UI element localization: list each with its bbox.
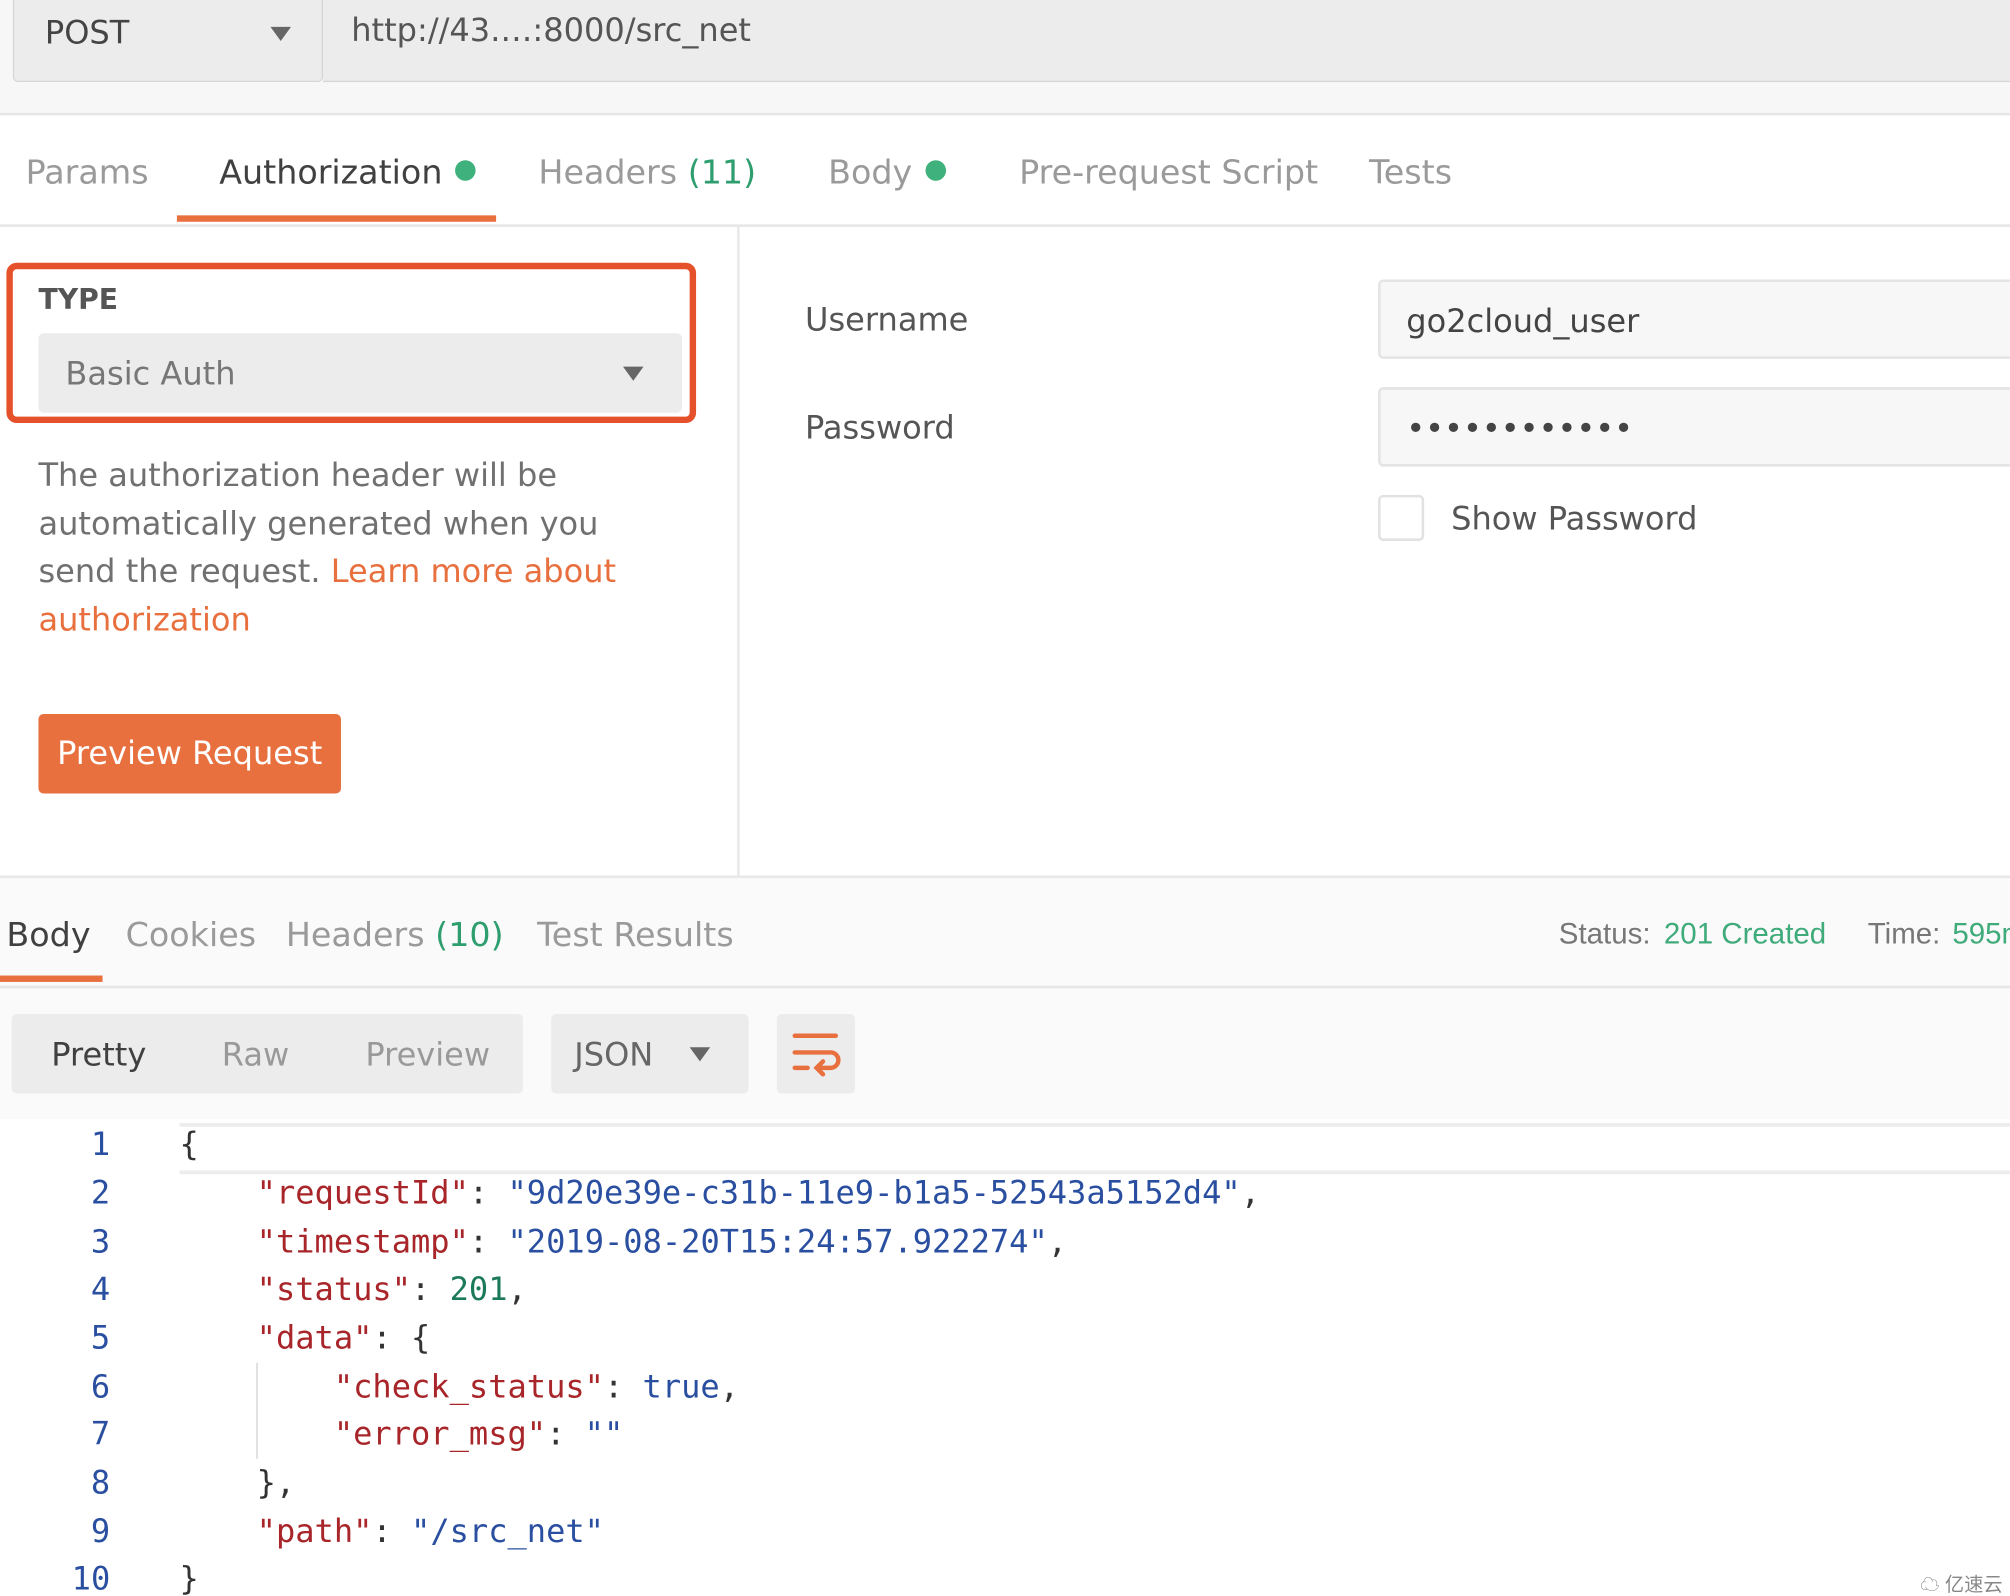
code-line: "status": 201, [256,1270,527,1308]
url-input[interactable]: http://43.…:8000/src_net [323,0,2010,83]
show-password-checkbox[interactable] [1378,494,1425,541]
mode-preview[interactable]: Preview [365,1036,490,1073]
request-bar: POST http://43.…:8000/src_net [0,0,2010,116]
status-value: 201 Created [1663,916,1827,950]
preview-request-button[interactable]: Preview Request [38,714,341,794]
line-number: 3 [90,1222,111,1261]
request-tabs: Params Authorization Headers (11) Body P… [0,115,2010,227]
tab-label: Authorization [219,153,443,193]
tab-authorization[interactable]: Authorization [219,154,476,192]
line-number: 7 [90,1415,111,1453]
code-line: { [179,1125,199,1163]
code-line: } [179,1560,199,1596]
tab-label: Headers [538,153,678,193]
tab-label: Params [25,153,149,193]
request-id-value: "9d20e39e-c31b-11e9-b1a5-52543a5152d4" [507,1174,1241,1212]
code-line: "error_msg": "" [333,1415,624,1453]
tab-label: Pre-request Script [1019,153,1319,193]
status-code-value: 201 [449,1270,508,1308]
tab-response-body[interactable]: Body [6,917,90,955]
line-number: 2 [90,1174,111,1212]
chevron-down-icon [623,366,644,381]
wrap-lines-icon [792,1033,841,1077]
method-select[interactable]: POST [12,0,324,83]
code-line: "path": "/src_net" [256,1512,604,1550]
code-line: "timestamp": "2019-08-20T15:24:57.922274… [256,1222,1068,1261]
url-value: http://43.…:8000/src_net [351,11,751,49]
tab-test-results[interactable]: Test Results [537,917,734,955]
line-number: 10 [71,1560,111,1596]
type-label: TYPE [38,284,119,317]
auth-type-select[interactable]: Basic Auth [38,333,682,413]
chevron-down-icon [689,1047,711,1062]
timestamp-value: "2019-08-20T15:24:57.922274" [507,1222,1048,1261]
tab-cookies[interactable]: Cookies [126,917,256,955]
tab-params[interactable]: Params [26,154,149,192]
watermark-logo: ☁ 亿速云 [1920,1574,2003,1596]
status-dot-icon [925,160,946,181]
password-input[interactable]: •••••••••••• [1378,387,2010,467]
tab-count: (10) [435,916,504,956]
code-line: }, [179,1463,296,1502]
auth-type-value: Basic Auth [65,355,236,393]
tab-label: Tests [1369,153,1453,193]
status-label: Status: [1558,916,1651,950]
line-number: 4 [90,1270,111,1308]
username-label: Username [805,301,969,339]
tab-label: Body [828,153,913,193]
line-number: 5 [90,1319,111,1357]
panel-divider [737,226,740,876]
tab-response-headers[interactable]: Headers (10) [286,917,504,955]
code-line: "requestId": "9d20e39e-c31b-11e9-b1a5-52… [256,1174,1261,1212]
line-number: 8 [90,1463,111,1502]
time-value: 595m [1952,916,2010,950]
active-tab-indicator [0,975,103,982]
view-mode-group: Pretty Raw Preview [11,1013,524,1094]
auth-description: The authorization header will be automat… [38,451,679,644]
current-line-highlight [179,1122,2010,1175]
code-line: "data": { [256,1319,431,1357]
show-password-label[interactable]: Show Password [1451,500,1697,537]
method-value: POST [44,14,130,52]
path-value: "/src_net" [411,1512,604,1550]
mode-raw[interactable]: Raw [222,1036,289,1073]
password-value: •••••••••••• [1406,410,1634,448]
line-number: 9 [90,1512,111,1550]
tab-headers[interactable]: Headers (11) [538,154,756,192]
watermark-text: 亿速云 [1944,1574,2003,1596]
tab-tests[interactable]: Tests [1369,154,1452,192]
format-value: JSON [574,1035,654,1073]
time-label: Time: [1867,916,1941,950]
wrap-lines-button[interactable] [776,1013,856,1094]
line-number: 6 [90,1367,111,1405]
code-line: "check_status": true, [333,1367,740,1405]
active-tab-indicator [176,215,497,222]
username-value: go2cloud_user [1406,302,1640,340]
status-dot-icon [455,160,476,181]
format-select[interactable]: JSON [551,1013,749,1094]
tab-label: Headers [285,916,425,956]
password-label: Password [805,408,955,447]
check-status-value: true [642,1367,720,1405]
tab-pre-request-script[interactable]: Pre-request Script [1019,154,1318,192]
mode-pretty[interactable]: Pretty [51,1036,146,1073]
line-number: 1 [90,1125,111,1163]
chevron-down-icon [270,26,291,42]
username-input[interactable]: go2cloud_user [1378,279,2010,359]
response-tabs: Body Cookies Headers (10) Test Results S… [0,876,2010,989]
error-msg-value: "" [584,1415,624,1453]
tab-body[interactable]: Body [828,153,946,193]
tab-count: (11) [687,153,757,193]
